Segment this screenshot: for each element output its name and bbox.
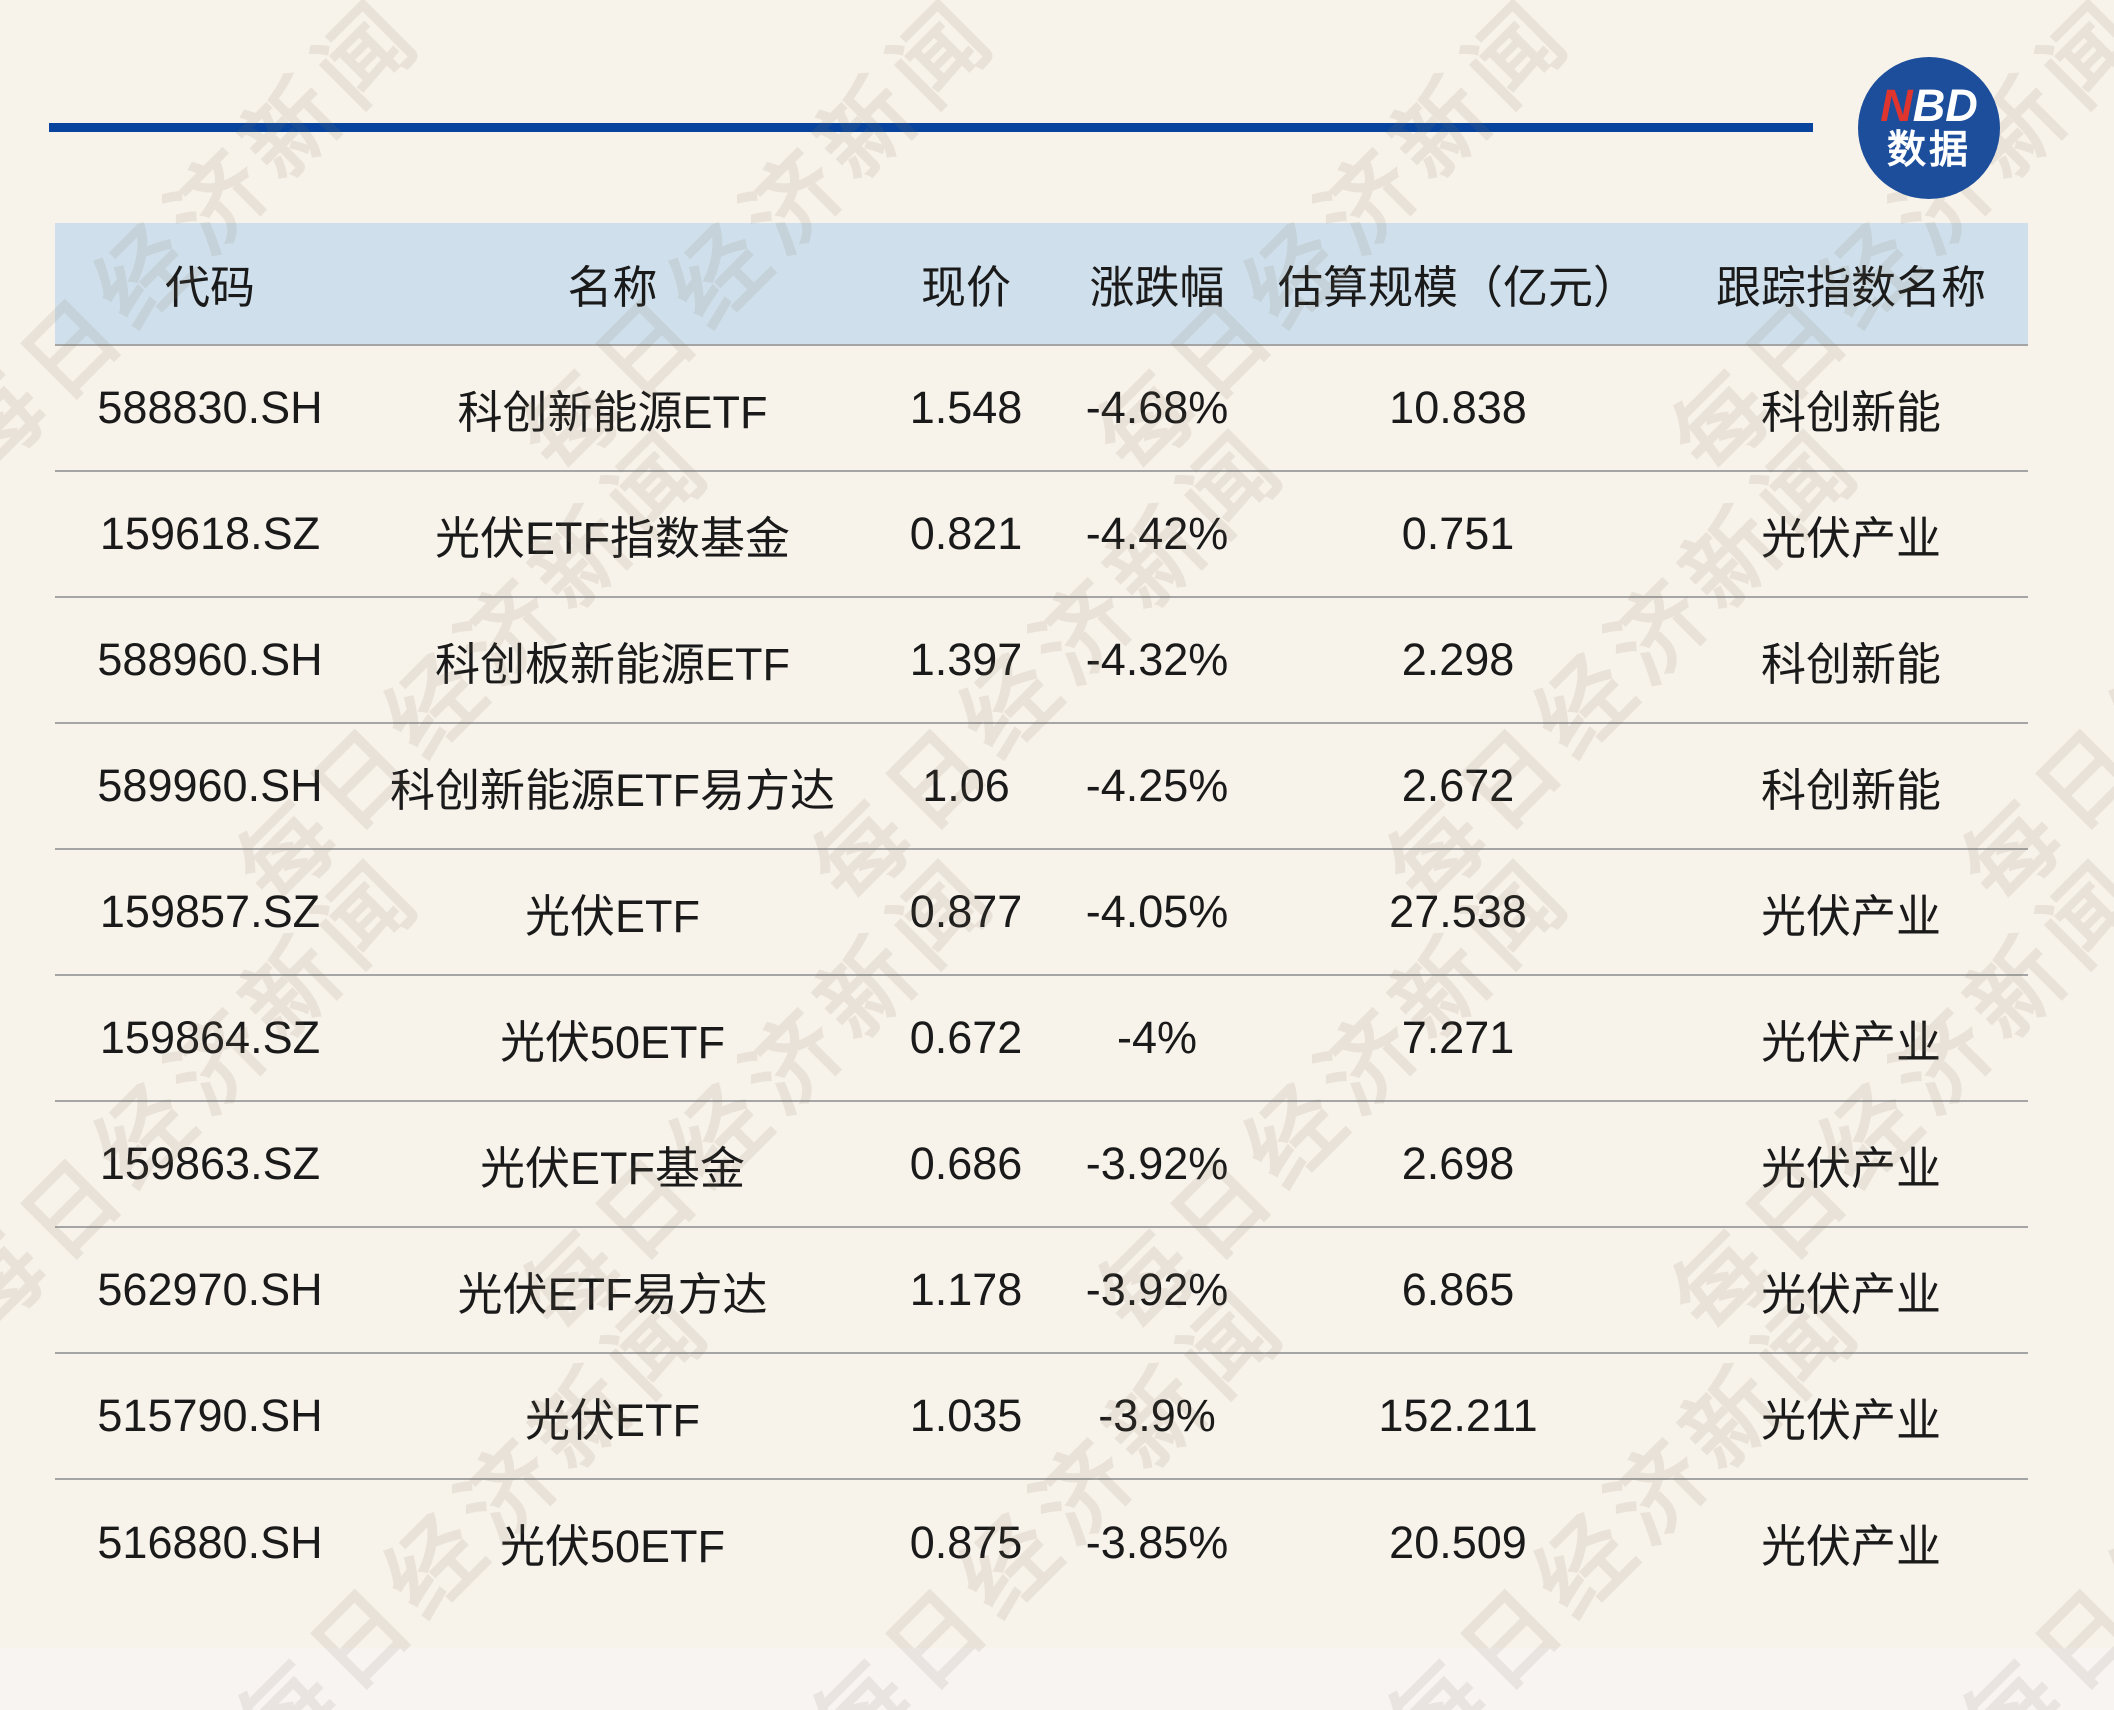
cell-name: 光伏ETF — [365, 1353, 860, 1479]
cell-name: 光伏ETF基金 — [365, 1101, 860, 1227]
cell-price: 0.821 — [860, 471, 1072, 597]
table-row: 589960.SH科创新能源ETF易方达1.06-4.25%2.672科创新能 — [55, 723, 2028, 849]
cell-scale: 10.838 — [1242, 345, 1674, 471]
cell-name: 光伏50ETF — [365, 975, 860, 1101]
cell-scale: 2.298 — [1242, 597, 1674, 723]
cell-change: -4% — [1072, 975, 1242, 1101]
etf-table-container: 代码名称现价涨跌幅估算规模（亿元）跟踪指数名称 588830.SH科创新能源ET… — [55, 223, 2028, 1605]
cell-price: 0.686 — [860, 1101, 1072, 1227]
column-header-index: 跟踪指数名称 — [1674, 223, 2028, 345]
cell-change: -3.92% — [1072, 1227, 1242, 1353]
logo-letter-n: N — [1880, 80, 1913, 131]
cell-index: 光伏产业 — [1674, 849, 2028, 975]
cell-price: 0.877 — [860, 849, 1072, 975]
cell-code: 588830.SH — [55, 345, 365, 471]
cell-price: 1.035 — [860, 1353, 1072, 1479]
cell-index: 光伏产业 — [1674, 471, 2028, 597]
cell-name: 光伏ETF易方达 — [365, 1227, 860, 1353]
cell-code: 562970.SH — [55, 1227, 365, 1353]
cell-change: -3.92% — [1072, 1101, 1242, 1227]
cell-code: 515790.SH — [55, 1353, 365, 1479]
column-header-price: 现价 — [860, 223, 1072, 345]
cell-change: -4.42% — [1072, 471, 1242, 597]
cell-index: 光伏产业 — [1674, 1479, 2028, 1605]
cell-code: 159863.SZ — [55, 1101, 365, 1227]
table-row: 159857.SZ光伏ETF0.877-4.05%27.538光伏产业 — [55, 849, 2028, 975]
cell-price: 1.06 — [860, 723, 1072, 849]
cell-index: 光伏产业 — [1674, 975, 2028, 1101]
cell-name: 科创新能源ETF易方达 — [365, 723, 860, 849]
top-rule — [49, 123, 1813, 132]
cell-name: 科创板新能源ETF — [365, 597, 860, 723]
cell-scale: 2.672 — [1242, 723, 1674, 849]
logo-letters-bd: BD — [1913, 80, 1978, 131]
cell-index: 科创新能 — [1674, 723, 2028, 849]
cell-code: 159857.SZ — [55, 849, 365, 975]
column-header-code: 代码 — [55, 223, 365, 345]
logo-subtitle: 数据 — [1887, 130, 1971, 173]
cell-name: 光伏ETF指数基金 — [365, 471, 860, 597]
cell-scale: 0.751 — [1242, 471, 1674, 597]
cell-change: -3.85% — [1072, 1479, 1242, 1605]
cell-index: 科创新能 — [1674, 597, 2028, 723]
cell-code: 516880.SH — [55, 1479, 365, 1605]
cell-code: 588960.SH — [55, 597, 365, 723]
cell-name: 科创新能源ETF — [365, 345, 860, 471]
cell-change: -4.05% — [1072, 849, 1242, 975]
cell-scale: 20.509 — [1242, 1479, 1674, 1605]
table-row: 588830.SH科创新能源ETF1.548-4.68%10.838科创新能 — [55, 345, 2028, 471]
etf-table-body: 588830.SH科创新能源ETF1.548-4.68%10.838科创新能15… — [55, 345, 2028, 1605]
cell-index: 科创新能 — [1674, 345, 2028, 471]
cell-price: 1.178 — [860, 1227, 1072, 1353]
cell-name: 光伏ETF — [365, 849, 860, 975]
footer-band — [0, 1648, 2114, 1710]
column-header-scale: 估算规模（亿元） — [1242, 223, 1674, 345]
cell-scale: 7.271 — [1242, 975, 1674, 1101]
cell-index: 光伏产业 — [1674, 1227, 2028, 1353]
cell-scale: 6.865 — [1242, 1227, 1674, 1353]
cell-scale: 152.211 — [1242, 1353, 1674, 1479]
cell-index: 光伏产业 — [1674, 1101, 2028, 1227]
table-row: 515790.SH光伏ETF1.035-3.9%152.211光伏产业 — [55, 1353, 2028, 1479]
cell-price: 0.875 — [860, 1479, 1072, 1605]
cell-scale: 2.698 — [1242, 1101, 1674, 1227]
cell-change: -4.32% — [1072, 597, 1242, 723]
etf-table: 代码名称现价涨跌幅估算规模（亿元）跟踪指数名称 588830.SH科创新能源ET… — [55, 223, 2028, 1605]
column-header-name: 名称 — [365, 223, 860, 345]
cell-index: 光伏产业 — [1674, 1353, 2028, 1479]
table-header-row: 代码名称现价涨跌幅估算规模（亿元）跟踪指数名称 — [55, 223, 2028, 345]
table-row: 159618.SZ光伏ETF指数基金0.821-4.42%0.751光伏产业 — [55, 471, 2028, 597]
table-row: 159863.SZ光伏ETF基金0.686-3.92%2.698光伏产业 — [55, 1101, 2028, 1227]
cell-change: -4.25% — [1072, 723, 1242, 849]
column-header-change: 涨跌幅 — [1072, 223, 1242, 345]
cell-price: 1.548 — [860, 345, 1072, 471]
cell-change: -4.68% — [1072, 345, 1242, 471]
nbd-logo-wordmark: NBD — [1880, 83, 1978, 128]
cell-price: 0.672 — [860, 975, 1072, 1101]
cell-change: -3.9% — [1072, 1353, 1242, 1479]
cell-name: 光伏50ETF — [365, 1479, 860, 1605]
nbd-logo: NBD 数据 — [1858, 57, 2000, 199]
cell-code: 589960.SH — [55, 723, 365, 849]
cell-scale: 27.538 — [1242, 849, 1674, 975]
cell-code: 159618.SZ — [55, 471, 365, 597]
table-row: 516880.SH光伏50ETF0.875-3.85%20.509光伏产业 — [55, 1479, 2028, 1605]
table-row: 588960.SH科创板新能源ETF1.397-4.32%2.298科创新能 — [55, 597, 2028, 723]
table-row: 562970.SH光伏ETF易方达1.178-3.92%6.865光伏产业 — [55, 1227, 2028, 1353]
cell-price: 1.397 — [860, 597, 1072, 723]
table-row: 159864.SZ光伏50ETF0.672-4%7.271光伏产业 — [55, 975, 2028, 1101]
cell-code: 159864.SZ — [55, 975, 365, 1101]
